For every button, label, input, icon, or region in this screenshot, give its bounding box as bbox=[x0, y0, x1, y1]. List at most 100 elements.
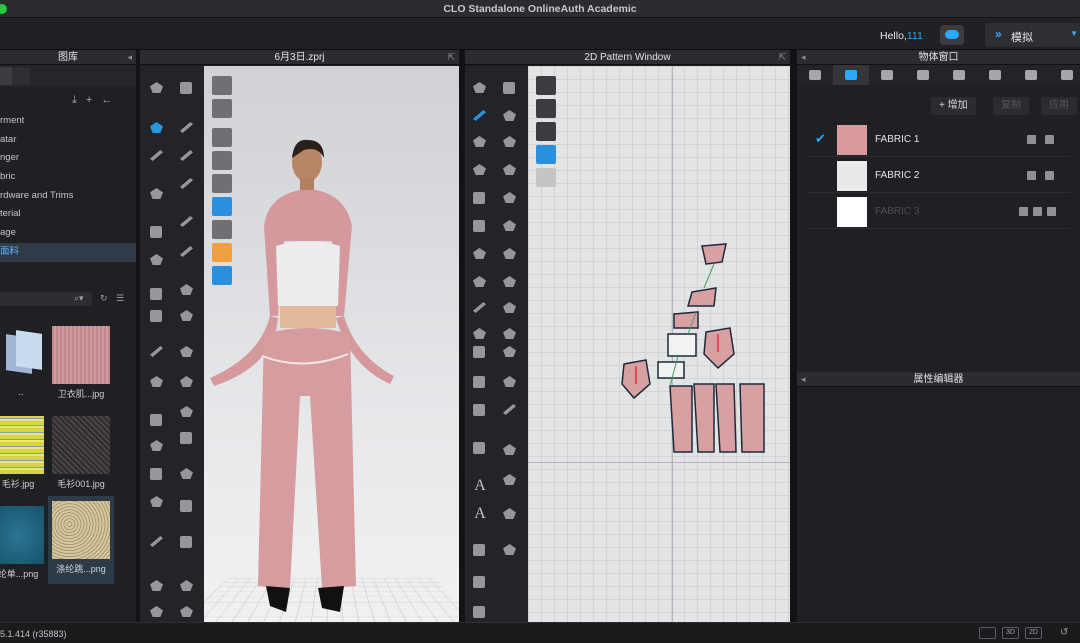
zipper-tool-icon[interactable] bbox=[146, 410, 168, 430]
collapse-tool-icon[interactable] bbox=[146, 602, 168, 622]
free-sewing-icon[interactable] bbox=[499, 244, 521, 264]
grading-icon[interactable] bbox=[469, 438, 491, 458]
collapse-tool-icon-2[interactable] bbox=[176, 602, 198, 622]
trim-tool-icon[interactable] bbox=[176, 280, 198, 300]
viewport-2d[interactable] bbox=[528, 66, 790, 622]
tab-topstitch[interactable] bbox=[941, 65, 977, 85]
print-layout-icon[interactable] bbox=[469, 572, 491, 592]
edit-curve-icon[interactable] bbox=[469, 106, 491, 126]
gizmo-tool-icon[interactable] bbox=[146, 118, 168, 138]
texture-tool-icon[interactable] bbox=[146, 306, 168, 326]
panel-collapse-icon[interactable]: ◂ bbox=[801, 372, 806, 387]
segment-tool-icon[interactable] bbox=[146, 222, 168, 242]
avatar-tool-icon[interactable] bbox=[146, 184, 168, 204]
export-tool-icon[interactable] bbox=[146, 532, 168, 552]
topstitch-2d-icon[interactable] bbox=[499, 470, 521, 490]
steam-tool-icon[interactable] bbox=[176, 174, 198, 194]
graphic-icon[interactable] bbox=[499, 342, 521, 362]
texture-transform-icon[interactable] bbox=[469, 372, 491, 392]
fold-arrangement-icon[interactable] bbox=[499, 298, 521, 318]
delete-icon[interactable] bbox=[1047, 207, 1056, 216]
delete-icon[interactable] bbox=[1045, 135, 1054, 144]
cloud-sync-icon[interactable] bbox=[940, 25, 964, 45]
eraser-icon[interactable] bbox=[1019, 207, 1028, 216]
sewing-edit-icon[interactable] bbox=[469, 272, 491, 292]
library-item-avatar[interactable]: atar bbox=[0, 131, 136, 150]
mode-selector[interactable]: » 模拟 ▼ bbox=[985, 23, 1080, 47]
pattern-3d-icon[interactable] bbox=[146, 284, 168, 304]
tuck-icon[interactable] bbox=[499, 272, 521, 292]
notch-icon[interactable] bbox=[499, 216, 521, 236]
tab-measure[interactable] bbox=[1049, 65, 1080, 85]
library-item-fabric[interactable]: bric bbox=[0, 168, 136, 187]
tab-material[interactable] bbox=[1013, 65, 1049, 85]
fabric-row-2[interactable]: FABRIC 2 bbox=[807, 159, 1070, 193]
measure-tool-icon[interactable] bbox=[146, 146, 168, 166]
tab-button[interactable] bbox=[869, 65, 905, 85]
pin-tool-icon[interactable] bbox=[176, 118, 198, 138]
tab-buttonhole[interactable] bbox=[905, 65, 941, 85]
fabric-row-1[interactable]: ✔ FABRIC 1 bbox=[807, 123, 1070, 157]
fabric-row-3[interactable]: FABRIC 3 bbox=[807, 195, 1070, 229]
library-thumb-dark[interactable]: 毛衫001.jpg bbox=[52, 416, 110, 490]
needle-tool-icon[interactable] bbox=[146, 342, 168, 362]
stitch-edit-icon[interactable] bbox=[499, 372, 521, 392]
library-thumb-yellow[interactable]: 毛衫.jpg bbox=[0, 416, 44, 490]
curve-point-icon[interactable] bbox=[499, 106, 521, 126]
pattern-pieces[interactable] bbox=[528, 66, 790, 622]
lock-tool-icon[interactable] bbox=[176, 428, 198, 448]
library-thumb-folder[interactable]: .. bbox=[0, 326, 50, 397]
popout-icon[interactable]: ⇱ bbox=[778, 50, 786, 65]
copy-icon[interactable] bbox=[1033, 207, 1042, 216]
user-id[interactable]: 111 bbox=[907, 30, 923, 42]
fabric-tool-icon[interactable] bbox=[176, 342, 198, 362]
dart-icon[interactable] bbox=[469, 188, 491, 208]
add-icon[interactable]: + bbox=[86, 94, 101, 106]
pattern-size-icon[interactable] bbox=[469, 324, 491, 344]
segment-sewing-icon[interactable] bbox=[469, 244, 491, 264]
figure-tool-icon[interactable] bbox=[146, 492, 168, 512]
avatar-model[interactable] bbox=[204, 66, 459, 622]
panel-collapse-icon[interactable]: ◂ bbox=[127, 50, 132, 65]
pants-tool-icon[interactable] bbox=[146, 464, 168, 484]
search-icon[interactable]: ⌕▾ bbox=[74, 293, 84, 304]
text-tool-icon[interactable]: A bbox=[469, 476, 491, 496]
dimension-icon[interactable] bbox=[499, 440, 521, 460]
library-item-hanger[interactable]: nger bbox=[0, 149, 136, 168]
library-tab-folder[interactable] bbox=[0, 67, 12, 85]
stitch-tool-icon[interactable] bbox=[176, 464, 198, 484]
strap-tool-icon[interactable] bbox=[176, 242, 198, 262]
popout-icon[interactable]: ⇱ bbox=[447, 50, 455, 65]
view-single-button[interactable] bbox=[979, 627, 996, 639]
copy-fabric-button[interactable]: 复制 bbox=[993, 97, 1029, 115]
seam-allowance-icon[interactable] bbox=[469, 216, 491, 236]
piping-icon[interactable] bbox=[499, 504, 521, 524]
expand-tool-icon-2[interactable] bbox=[176, 576, 198, 596]
viewport-3d[interactable] bbox=[204, 66, 459, 622]
tack-tool-icon[interactable] bbox=[176, 146, 198, 166]
library-item-fabric-cn[interactable]: 面料 bbox=[0, 242, 136, 262]
expand-tool-icon[interactable] bbox=[146, 576, 168, 596]
library-thumb-pink[interactable]: 卫衣肌...jpg bbox=[52, 326, 110, 400]
eraser-icon[interactable] bbox=[1027, 135, 1036, 144]
annotation-tool-icon[interactable]: A bbox=[469, 504, 491, 524]
library-item-hardware[interactable]: rdware and Trims bbox=[0, 187, 136, 206]
panel-collapse-icon[interactable]: ◂ bbox=[801, 50, 806, 65]
library-thumb-beige-selected[interactable]: 涤纶跳...png bbox=[48, 496, 114, 584]
select-move-tool-icon[interactable] bbox=[146, 78, 168, 98]
add-fabric-button[interactable]: + 增加 bbox=[931, 97, 976, 115]
hanger-tool-icon[interactable] bbox=[146, 372, 168, 392]
topstitch-tool-icon[interactable] bbox=[176, 496, 198, 516]
internal-polygon-icon[interactable] bbox=[469, 160, 491, 180]
download-icon[interactable]: ⤓ bbox=[72, 94, 86, 106]
library-thumb-teal[interactable]: 纶单...png bbox=[0, 506, 44, 580]
eraser-icon[interactable] bbox=[1027, 171, 1036, 180]
measure-line-icon[interactable] bbox=[499, 400, 521, 420]
brush-tool-icon[interactable] bbox=[176, 212, 198, 232]
symmetry-icon[interactable] bbox=[499, 324, 521, 344]
internal-rect-icon[interactable] bbox=[499, 160, 521, 180]
snap-tool-icon[interactable] bbox=[176, 402, 198, 422]
shape-tool-icon[interactable] bbox=[146, 250, 168, 270]
tab-list-view[interactable] bbox=[797, 65, 833, 85]
buttonhole-tool-icon[interactable] bbox=[176, 372, 198, 392]
